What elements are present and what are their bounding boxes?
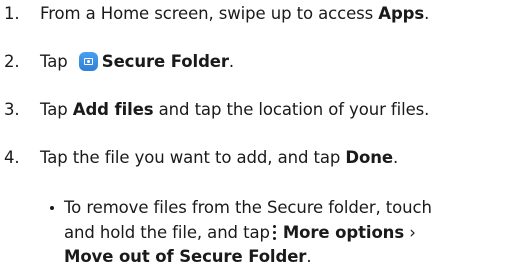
bullet-text-part: and hold the file, and tap [64, 222, 270, 242]
bullet-line-1: To remove files from the Secure folder, … [64, 198, 432, 217]
step-text-part: Tap the file you want to add, and tap [40, 148, 346, 167]
more-options-icon [272, 224, 277, 241]
menu-separator: › [404, 222, 416, 242]
more-options-label: More options [282, 222, 405, 242]
done-label: Done [345, 148, 393, 167]
bullet-text-part: . [306, 247, 312, 266]
step-text-part: . [424, 4, 430, 23]
apps-label: Apps [378, 4, 425, 23]
bullet-note: To remove files from the Secure folder, … [50, 196, 432, 270]
bullet-dot-icon [50, 206, 54, 210]
step-number: 3. [4, 100, 20, 119]
step-number: 4. [4, 148, 20, 167]
step-number: 2. [4, 52, 20, 71]
step-number: 1. [4, 4, 20, 23]
step-text: From a Home screen, swipe up to access A… [40, 4, 429, 24]
step-text: Tap the file you want to add, and tap Do… [40, 148, 398, 168]
step-text-part: From a Home screen, swipe up to access [40, 4, 379, 23]
bullet-line-3: Move out of Secure Folder. [64, 245, 432, 270]
add-files-label: Add files [72, 100, 154, 119]
step-text: Tap Secure Folder. [40, 52, 234, 72]
step-text-part: . [392, 148, 399, 167]
step-text-part: and tap the location of your files. [153, 100, 430, 119]
secure-folder-label: Secure Folder [101, 52, 229, 71]
secure-folder-icon [78, 52, 98, 71]
step-text-part: Tap [40, 52, 68, 71]
step-text-part: Tap [40, 100, 73, 119]
bullet-line-2: and hold the file, and tap More options › [64, 221, 432, 246]
step-text-part: . [228, 52, 235, 71]
move-out-label: Move out of Secure Folder [64, 247, 307, 266]
step-text: Tap Add files and tap the location of yo… [40, 100, 429, 120]
